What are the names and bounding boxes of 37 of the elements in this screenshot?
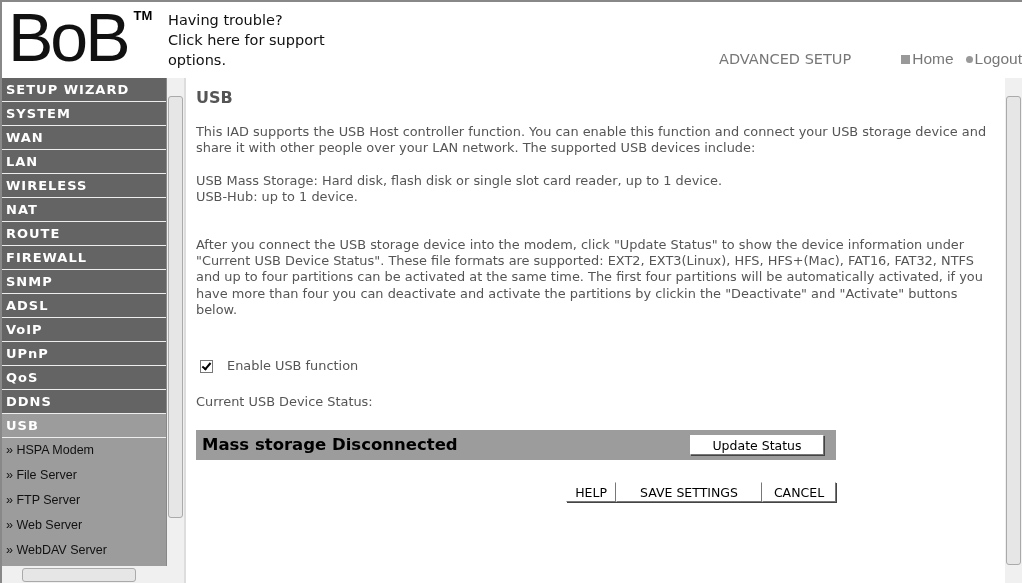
- checkbox-label: Enable USB function: [227, 358, 359, 375]
- nav-link[interactable]: Home: [901, 50, 954, 68]
- sidebar-item[interactable]: DDNS: [2, 390, 166, 414]
- sidebar-item[interactable]: SYSTEM: [2, 102, 166, 126]
- sidebar-item[interactable]: ROUTE: [2, 222, 166, 246]
- paragraph: This IAD supports the USB Host controller function. You can enable this function and connect your USB storage device and share it with other people over your LAN network. The supported USB devices include:: [196, 124, 988, 157]
- update-status-button[interactable]: Update Status: [690, 435, 824, 456]
- sidebar-item[interactable]: WAN: [2, 126, 166, 150]
- checkbox[interactable]: [200, 359, 213, 373]
- action-button[interactable]: HELP: [566, 482, 616, 503]
- logo: BoB: [8, 4, 128, 70]
- action-button[interactable]: CANCEL: [762, 482, 836, 503]
- paragraph: USB Mass Storage: Hard disk, flash disk or single slot card reader, up to 1 device. USB-Hub: up to 1 device.: [196, 172, 724, 205]
- sidebar-item[interactable]: UPnP: [2, 342, 166, 366]
- scrollbar[interactable]: [2, 566, 184, 583]
- square-icon: [901, 54, 911, 64]
- sidebar-item[interactable]: NAT: [2, 198, 166, 222]
- sidebar-item[interactable]: FIREWALL: [2, 246, 166, 270]
- scrollbar[interactable]: [1005, 78, 1022, 583]
- sidebar-item[interactable]: WIRELESS: [2, 174, 166, 198]
- section-title: ADVANCED SETUP: [719, 51, 852, 67]
- trademark: TM: [133, 8, 153, 23]
- sidebar-item[interactable]: ADSL: [2, 294, 166, 318]
- scrollbar[interactable]: [167, 78, 184, 566]
- support-link[interactable]: Having trouble? Click here for support options.: [168, 2, 348, 70]
- page-title: USB: [196, 90, 234, 107]
- sidebar-item[interactable]: SNMP: [2, 270, 166, 294]
- status-text: Mass storage Disconnected: [202, 437, 458, 454]
- action-button[interactable]: SAVE SETTINGS: [616, 482, 762, 503]
- sidebar-item[interactable]: SETUP WIZARD: [2, 78, 166, 102]
- nav-link[interactable]: Logout: [965, 50, 1022, 68]
- sidebar-item[interactable]: VoIP: [2, 318, 166, 342]
- sidebar-item[interactable]: LAN: [2, 150, 166, 174]
- paragraph: After you connect the USB storage device into the modem, click "Update Status" to show the device information under "Current USB Device Status". These file formats are supported: EXT2, EXT3(Linux), HFS, HFS+(Mac), FAT16, FAT32, NTFS and up to four partitions can be activated at the same time. The first four partitions will be automatically activated, if you have more than four you can deactivate and activate the partitions by clickin the "Deactivate" and "Activate" buttons below.: [196, 237, 984, 319]
- sidebar-item[interactable]: QoS: [2, 366, 166, 390]
- status-label: Current USB Device Status:: [196, 394, 374, 411]
- dot-icon: [965, 55, 973, 63]
